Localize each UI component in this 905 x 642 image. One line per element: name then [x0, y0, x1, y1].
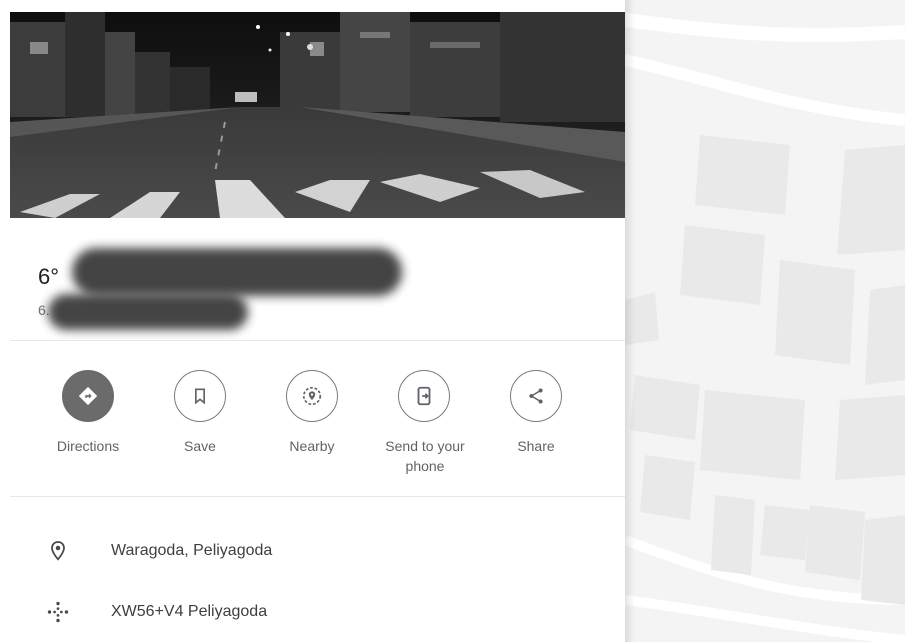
place-header: 6° 6. [10, 218, 625, 352]
plus-code-icon [47, 601, 69, 623]
directions-label: Directions [56, 438, 120, 454]
share-button[interactable]: Share [482, 370, 590, 456]
nearby-label: Nearby [289, 438, 335, 454]
redaction-blur [72, 248, 402, 296]
send-to-phone-icon [398, 370, 450, 422]
nearby-button[interactable]: Nearby [258, 370, 366, 456]
place-panel: 6° 6. Directions Save Nearby Send to you… [10, 12, 625, 642]
divider [10, 496, 625, 497]
bookmark-icon [174, 370, 226, 422]
action-bar: Directions Save Nearby Send to your phon… [10, 370, 625, 490]
plus-code-row[interactable]: XW56+V4 Peliyagoda [10, 592, 625, 632]
address-row[interactable]: Waragoda, Peliyagoda [10, 531, 625, 571]
send-to-phone-button[interactable]: Send to your phone [370, 370, 478, 476]
nearby-icon [286, 370, 338, 422]
map-canvas[interactable] [625, 0, 905, 642]
plus-code-text: XW56+V4 Peliyagoda [111, 603, 268, 620]
save-label: Save [184, 438, 216, 454]
send-to-phone-label: Send to your phone [385, 438, 465, 474]
location-pin-icon [47, 540, 69, 562]
directions-icon [62, 370, 114, 422]
street-view-photo[interactable] [10, 12, 625, 218]
directions-button[interactable]: Directions [34, 370, 142, 456]
share-icon [510, 370, 562, 422]
panel-shadow [625, 0, 635, 642]
divider [10, 340, 625, 341]
save-button[interactable]: Save [146, 370, 254, 456]
share-label: Share [517, 438, 555, 454]
redaction-blur [48, 294, 248, 330]
place-title: 6° [38, 264, 60, 289]
address-text: Waragoda, Peliyagoda [111, 542, 273, 559]
